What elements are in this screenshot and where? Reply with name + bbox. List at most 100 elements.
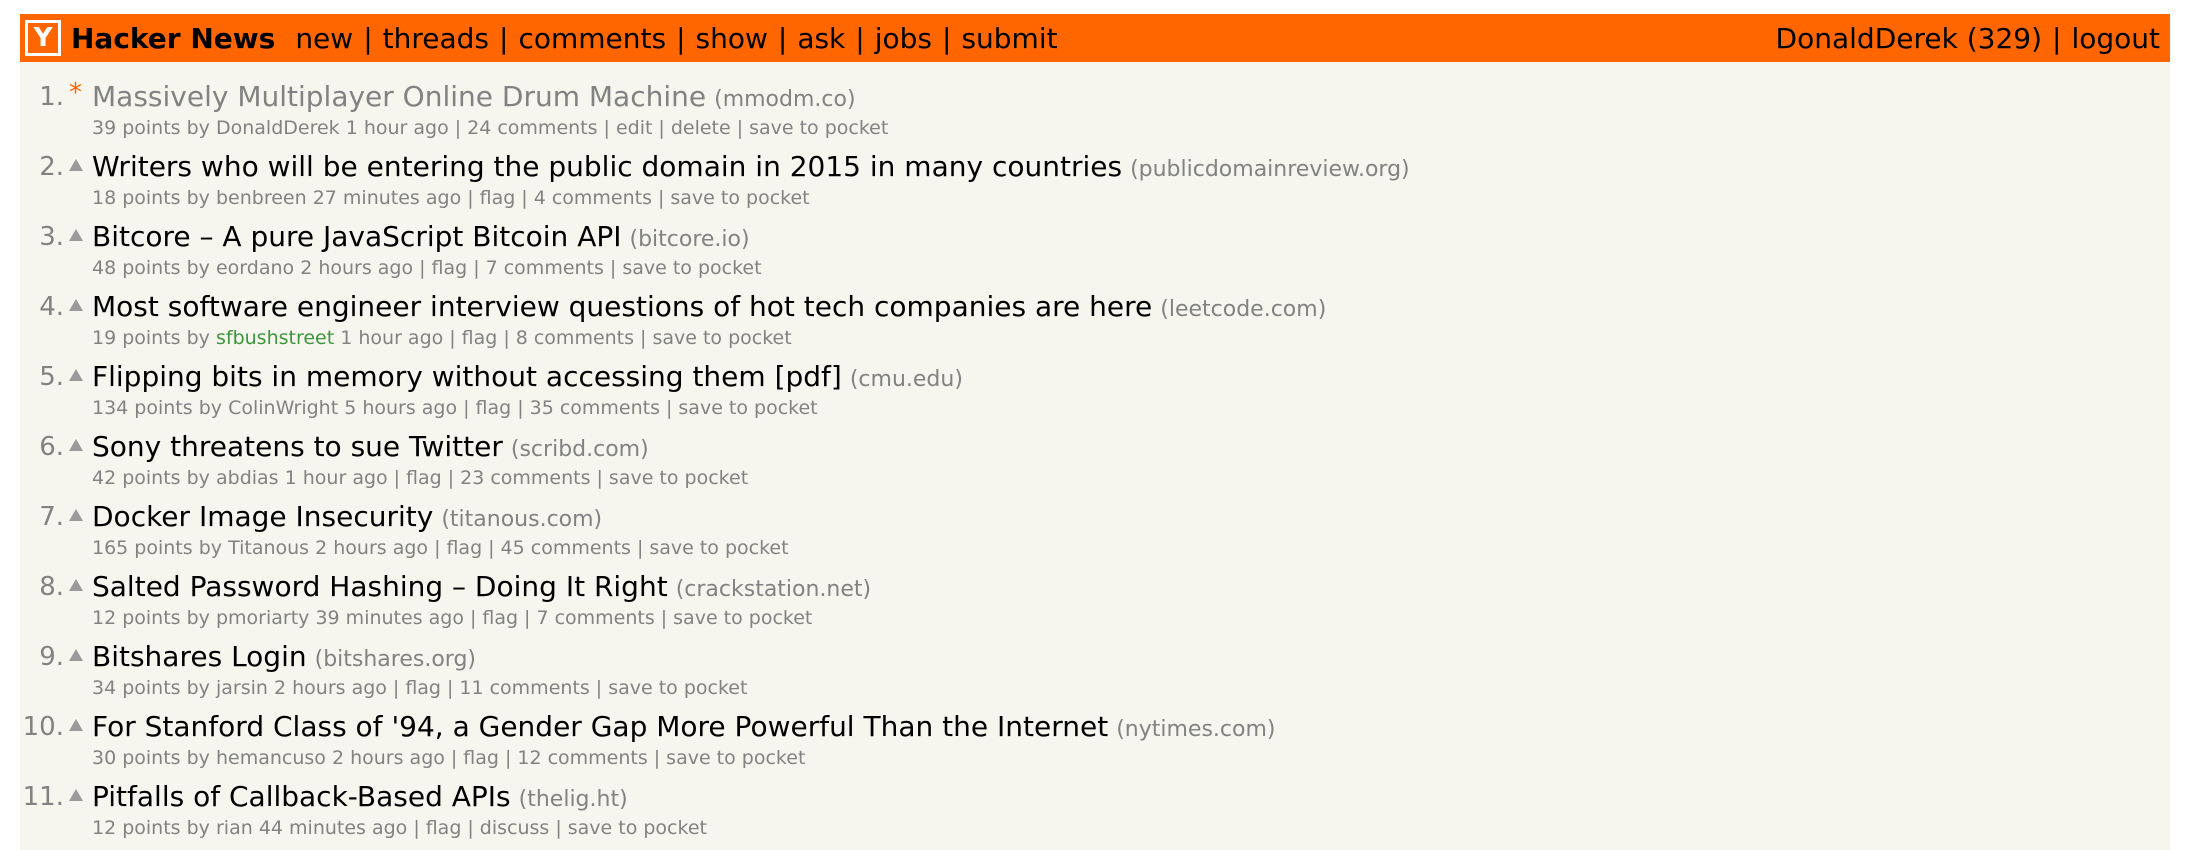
story-user-link[interactable]: sfbushstreet [216,327,334,349]
story-flag-link[interactable]: flag [462,327,498,349]
story-comments-link[interactable]: 8 comments [516,327,634,349]
story-age-link[interactable]: 2 hours ago [300,257,413,279]
upvote-arrow-icon[interactable] [69,509,83,521]
story-flag-link[interactable]: flag [405,677,441,699]
story-save-to-pocket-link[interactable]: save to pocket [649,537,788,559]
upvote-arrow-icon[interactable] [69,719,83,731]
story-site[interactable]: (thelig.ht) [519,787,628,812]
story-title-link[interactable]: For Stanford Class of '94, a Gender Gap … [92,710,1108,743]
story-age-link[interactable]: 27 minutes ago [313,187,462,209]
story-site[interactable]: (nytimes.com) [1116,717,1275,742]
story-site[interactable]: (titanous.com) [441,507,602,532]
upvote-arrow-icon[interactable] [69,369,83,381]
nav-link-jobs[interactable]: jobs [875,22,932,55]
upvote-arrow-icon[interactable] [69,229,83,241]
story-age-link[interactable]: 1 hour ago [346,117,449,139]
story-edit-link[interactable]: edit [616,117,652,139]
nav-link-ask[interactable]: ask [797,22,845,55]
story-age-link[interactable]: 1 hour ago [285,467,388,489]
story-flag-link[interactable]: flag [482,607,518,629]
story-comments-link[interactable]: 45 comments [501,537,631,559]
story-user-link[interactable]: hemancuso [216,747,326,769]
story-age-link[interactable]: 2 hours ago [332,747,445,769]
story-flag-link[interactable]: flag [432,257,468,279]
story-comments-link[interactable]: 35 comments [530,397,660,419]
story-save-to-pocket-link[interactable]: save to pocket [609,467,748,489]
story-user-link[interactable]: rian [216,817,253,839]
upvote-arrow-icon[interactable] [69,789,83,801]
story-comments-link[interactable]: 23 comments [460,467,590,489]
upvote-arrow-icon[interactable] [69,649,83,661]
story-user-link[interactable]: jarsin [216,677,268,699]
story-comments-link[interactable]: 12 comments [517,747,647,769]
story-comments-link[interactable]: 11 comments [459,677,589,699]
story-site[interactable]: (bitcore.io) [629,227,749,252]
story-title-link[interactable]: Writers who will be entering the public … [92,150,1122,183]
y-logo-icon[interactable]: Y [25,20,61,56]
story-user-link[interactable]: benbreen [216,187,307,209]
story-title-link[interactable]: Sony threatens to sue Twitter [92,430,503,463]
story-title-link[interactable]: Docker Image Insecurity [92,500,433,533]
story-site[interactable]: (bitshares.org) [315,647,476,672]
story-site[interactable]: (leetcode.com) [1160,297,1326,322]
story-comments-link[interactable]: 24 comments [467,117,597,139]
upvote-arrow-icon[interactable] [69,579,83,591]
story-comments-link[interactable]: 7 comments [536,607,654,629]
story-save-to-pocket-link[interactable]: save to pocket [652,327,791,349]
story-site[interactable]: (cmu.edu) [850,367,963,392]
story-age-link[interactable]: 39 minutes ago [315,607,464,629]
story-age-link[interactable]: 2 hours ago [274,677,387,699]
story-discuss-link[interactable]: discuss [480,817,550,839]
story-flag-link[interactable]: flag [446,537,482,559]
story-title-link[interactable]: Bitcore – A pure JavaScript Bitcoin API [92,220,621,253]
site-title[interactable]: Hacker News [71,22,275,55]
nav-link-submit[interactable]: submit [961,22,1057,55]
logout-link[interactable]: logout [2071,22,2160,55]
story-title-link[interactable]: Salted Password Hashing – Doing It Right [92,570,668,603]
story-save-to-pocket-link[interactable]: save to pocket [749,117,888,139]
story-site[interactable]: (crackstation.net) [676,577,871,602]
story-user-link[interactable]: ColinWright [228,397,338,419]
story-save-to-pocket-link[interactable]: save to pocket [673,607,812,629]
nav-link-threads[interactable]: threads [383,22,489,55]
story-rank: 3. [39,222,64,252]
nav-link-new[interactable]: new [295,22,353,55]
story-site[interactable]: (publicdomainreview.org) [1130,157,1410,182]
story-age-link[interactable]: 44 minutes ago [259,817,408,839]
story-user-link[interactable]: pmoriarty [216,607,309,629]
upvote-arrow-icon[interactable] [69,439,83,451]
story-save-to-pocket-link[interactable]: save to pocket [568,817,707,839]
story-age-link[interactable]: 5 hours ago [344,397,457,419]
nav-link-comments[interactable]: comments [518,22,666,55]
story-flag-link[interactable]: flag [480,187,516,209]
nav-link-show[interactable]: show [696,22,768,55]
upvote-arrow-icon[interactable] [69,159,83,171]
story-comments-link[interactable]: 7 comments [486,257,604,279]
story-site[interactable]: (scribd.com) [511,437,649,462]
story-user-link[interactable]: eordano [216,257,294,279]
story-title-link[interactable]: Massively Multiplayer Online Drum Machin… [92,80,706,113]
story-flag-link[interactable]: flag [426,817,462,839]
story-title-link[interactable]: Flipping bits in memory without accessin… [92,360,842,393]
story-age-link[interactable]: 2 hours ago [315,537,428,559]
story-comments-link[interactable]: 4 comments [534,187,652,209]
story-title-link[interactable]: Pitfalls of Callback-Based APIs [92,780,511,813]
story-user-link[interactable]: DonaldDerek [216,117,340,139]
story-title-link[interactable]: Most software engineer interview questio… [92,290,1152,323]
upvote-arrow-icon[interactable] [69,299,83,311]
story-save-to-pocket-link[interactable]: save to pocket [608,677,747,699]
story-flag-link[interactable]: flag [406,467,442,489]
story-age-link[interactable]: 1 hour ago [340,327,443,349]
story-save-to-pocket-link[interactable]: save to pocket [666,747,805,769]
story-save-to-pocket-link[interactable]: save to pocket [678,397,817,419]
story-title-link[interactable]: Bitshares Login [92,640,307,673]
story-save-to-pocket-link[interactable]: save to pocket [622,257,761,279]
story-delete-link[interactable]: delete [671,117,731,139]
user-profile-link[interactable]: DonaldDerek (329) [1776,22,2042,55]
story-site[interactable]: (mmodm.co) [714,87,855,112]
story-flag-link[interactable]: flag [476,397,512,419]
story-save-to-pocket-link[interactable]: save to pocket [670,187,809,209]
story-flag-link[interactable]: flag [463,747,499,769]
story-user-link[interactable]: Titanous [228,537,309,559]
story-user-link[interactable]: abdias [216,467,279,489]
